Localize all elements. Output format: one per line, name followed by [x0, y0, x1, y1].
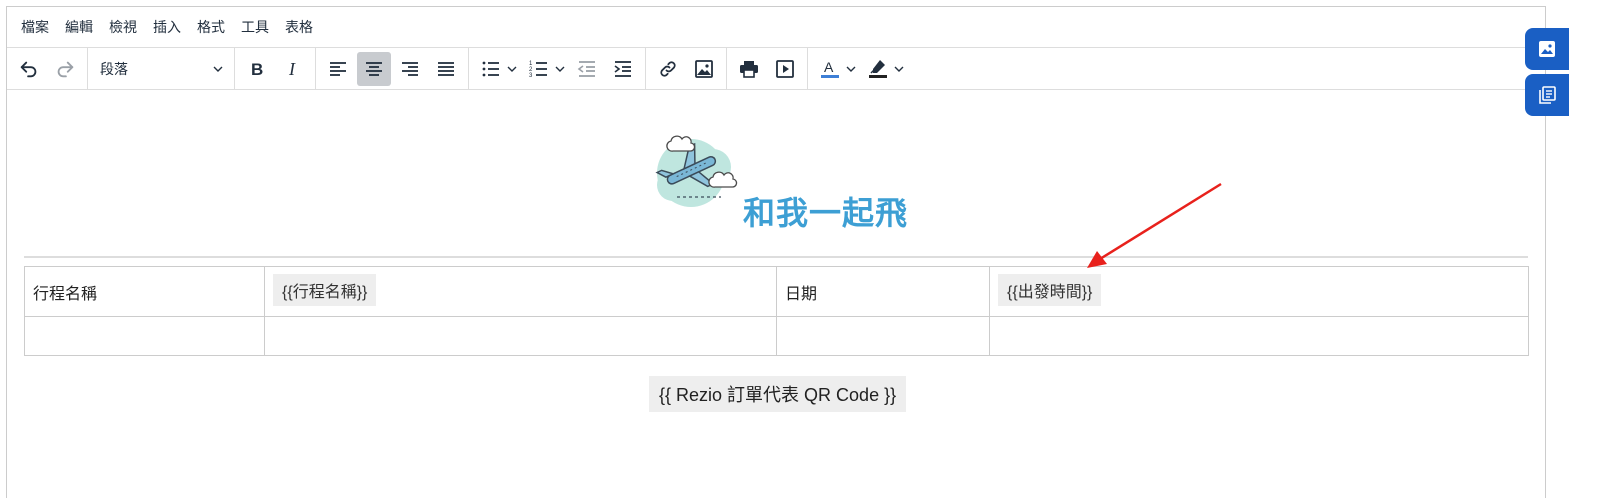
- chevron-down-icon: [894, 66, 904, 72]
- highlight-icon: [869, 59, 887, 78]
- link-button[interactable]: [651, 52, 685, 86]
- document-body[interactable]: 和我一起飛 行程名稱 {{行程名稱}} 日期 {{出發時間}} {{ Rezio…: [7, 91, 1545, 499]
- block-format-select[interactable]: 段落: [92, 52, 230, 86]
- qr-code-placeholder[interactable]: {{ Rezio 訂單代表 QR Code }}: [649, 376, 907, 412]
- bullet-list-icon: [482, 61, 499, 76]
- menu-edit[interactable]: 編輯: [57, 13, 101, 41]
- bold-icon: B: [251, 60, 263, 79]
- undo-icon: [20, 61, 37, 77]
- toolbar: 段落 B I 1 2 3 A: [7, 47, 1545, 90]
- align-justify-icon: [438, 61, 454, 76]
- align-right-icon: [402, 61, 418, 76]
- insert-group: [646, 48, 727, 89]
- table-row: [24, 316, 1529, 356]
- redo-icon: [57, 61, 74, 77]
- departure-time-placeholder[interactable]: {{出發時間}}: [998, 273, 1102, 306]
- trip-table: 行程名稱 {{行程名稱}} 日期 {{出發時間}}: [24, 266, 1529, 356]
- align-center-button[interactable]: [357, 51, 391, 86]
- print-icon: [740, 60, 758, 78]
- menu-insert[interactable]: 插入: [145, 13, 189, 41]
- list-group: 123: [469, 48, 646, 89]
- table-cell-date-label[interactable]: 日期: [776, 266, 990, 317]
- media-icon: [776, 59, 794, 78]
- svg-text:B: B: [251, 60, 263, 79]
- rich-text-editor: 檔案 編輯 檢視 插入 格式 工具 表格 段落 B I 1 2 3 A 和我一起…: [6, 6, 1546, 498]
- align-left-button[interactable]: [321, 52, 355, 86]
- table-cell-empty[interactable]: [989, 316, 1529, 356]
- text-color-dropdown[interactable]: [844, 52, 858, 86]
- output-group: [727, 48, 808, 89]
- brand-title: 和我一起飛: [743, 195, 909, 231]
- block-format-group: 段落: [88, 48, 235, 89]
- trip-name-label: 行程名稱: [33, 285, 98, 303]
- menu-tools[interactable]: 工具: [233, 13, 277, 41]
- redo-button[interactable]: [48, 52, 82, 86]
- highlight-dropdown[interactable]: [892, 52, 906, 86]
- table-cell-trip-name-value[interactable]: {{行程名稱}}: [264, 266, 777, 317]
- image-button[interactable]: [687, 52, 721, 86]
- align-left-icon: [330, 61, 346, 76]
- history-group: [7, 48, 88, 89]
- chevron-down-icon: [213, 66, 223, 72]
- alignment-group: [316, 48, 469, 89]
- menu-format[interactable]: 格式: [189, 13, 233, 41]
- outdent-button[interactable]: [570, 52, 604, 86]
- text-style-group: B I: [235, 48, 316, 89]
- numbered-list-button[interactable]: 123: [522, 52, 556, 86]
- image-icon: [695, 59, 713, 78]
- chevron-down-icon: [507, 66, 517, 72]
- horizontal-rule: [24, 256, 1528, 258]
- svg-text:3: 3: [529, 73, 533, 79]
- bold-button[interactable]: B: [240, 52, 274, 86]
- italic-icon: I: [288, 59, 296, 79]
- bullet-list-button[interactable]: [474, 52, 508, 86]
- numbered-list-icon: 123: [529, 61, 547, 79]
- bullet-list-dropdown[interactable]: [505, 52, 519, 86]
- airplane-cloud-icon: [655, 135, 738, 207]
- table-cell-empty[interactable]: [264, 316, 777, 356]
- side-template-list-button[interactable]: [1525, 74, 1569, 116]
- menu-table[interactable]: 表格: [277, 13, 321, 41]
- table-cell-empty[interactable]: [776, 316, 990, 356]
- table-cell-departure-value[interactable]: {{出發時間}}: [989, 266, 1529, 317]
- color-group: A: [808, 48, 912, 89]
- chevron-down-icon: [555, 66, 565, 72]
- template-list-icon: [1539, 86, 1556, 104]
- indent-icon: [614, 60, 631, 77]
- menubar: 檔案 編輯 檢視 插入 格式 工具 表格: [7, 7, 1545, 47]
- menu-file[interactable]: 檔案: [13, 13, 57, 41]
- chevron-down-icon: [846, 66, 856, 72]
- italic-button[interactable]: I: [276, 52, 310, 86]
- text-color-icon: A: [821, 59, 839, 78]
- highlight-button[interactable]: [861, 52, 895, 86]
- svg-text:I: I: [288, 59, 296, 79]
- link-icon: [660, 60, 676, 77]
- media-button[interactable]: [768, 52, 802, 86]
- align-justify-button[interactable]: [429, 52, 463, 86]
- indent-button[interactable]: [606, 52, 640, 86]
- table-row: 行程名稱 {{行程名稱}} 日期 {{出發時間}}: [24, 266, 1529, 317]
- text-color-button[interactable]: A: [813, 52, 847, 86]
- side-image-gallery-button[interactable]: [1525, 28, 1569, 70]
- svg-text:A: A: [824, 59, 834, 75]
- block-format-value: 段落: [100, 60, 128, 77]
- align-right-button[interactable]: [393, 52, 427, 86]
- outdent-icon: [577, 60, 595, 77]
- date-label: 日期: [785, 285, 818, 303]
- image-gallery-icon: [1539, 41, 1555, 57]
- table-cell-empty[interactable]: [24, 316, 265, 356]
- undo-button[interactable]: [12, 52, 46, 86]
- menu-view[interactable]: 檢視: [101, 13, 145, 41]
- numbered-list-dropdown[interactable]: [553, 52, 567, 86]
- trip-name-placeholder[interactable]: {{行程名稱}}: [273, 273, 377, 306]
- table-cell-trip-name-label[interactable]: 行程名稱: [24, 266, 265, 317]
- align-center-icon: [366, 61, 382, 76]
- airplane-logo: [643, 127, 747, 211]
- print-button[interactable]: [732, 52, 766, 86]
